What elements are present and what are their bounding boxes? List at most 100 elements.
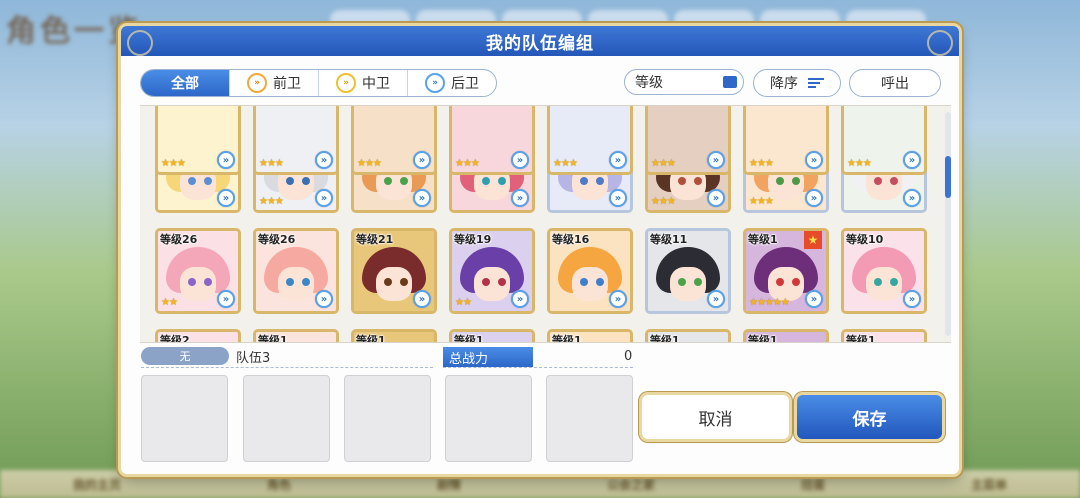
call-out-button[interactable]: 呼出 xyxy=(849,69,941,97)
back-role-icon: » xyxy=(217,151,235,169)
bottom-nav-item: 公会之家 xyxy=(606,477,655,492)
character-card[interactable]: 等级1 xyxy=(351,329,437,342)
team-slot-5[interactable] xyxy=(546,375,633,462)
tab-label: 前卫 xyxy=(273,76,301,92)
star-rating-icon: ★★★ xyxy=(357,158,382,169)
cancel-button[interactable]: 取消 xyxy=(642,395,789,439)
character-level: 等级16 xyxy=(552,233,590,246)
dialog-header: 我的队伍编组 xyxy=(121,26,959,56)
divider xyxy=(443,367,633,368)
character-eye xyxy=(482,177,490,185)
character-eye xyxy=(874,278,882,286)
back-role-icon: » xyxy=(903,151,921,169)
back-role-icon: » xyxy=(805,290,823,308)
back-role-icon: » xyxy=(425,73,445,93)
team-slot-4[interactable] xyxy=(445,375,532,462)
team-slot-3[interactable] xyxy=(344,375,431,462)
character-card[interactable]: ★★★ » xyxy=(449,106,535,175)
character-card[interactable]: 等级26 » xyxy=(253,228,339,314)
character-card[interactable]: 等级21 » xyxy=(351,228,437,314)
tab-middle[interactable]: » 中卫 xyxy=(319,70,408,96)
character-card[interactable]: ★★★ » xyxy=(841,106,927,175)
grid-scrollbar[interactable] xyxy=(945,112,951,336)
character-card[interactable]: 等级26 ★★ » xyxy=(155,228,241,314)
star-rating-icon: ★★★ xyxy=(749,196,774,207)
character-card[interactable]: 等级1 ★★★★★ » ★ xyxy=(743,228,829,314)
character-card[interactable]: 等级10 » xyxy=(841,228,927,314)
star-rating-icon: ★★ xyxy=(161,297,178,308)
character-level: 等级1 xyxy=(454,334,484,343)
character-level: 等级26 xyxy=(160,233,198,246)
sort-by-level-button[interactable]: 等级 xyxy=(624,69,744,95)
back-role-icon: » xyxy=(511,151,529,169)
star-rating-icon: ★★★ xyxy=(847,158,872,169)
character-card[interactable]: 等级11 » xyxy=(645,228,731,314)
character-card[interactable]: ★★★ » xyxy=(253,106,339,175)
back-role-icon: » xyxy=(511,189,529,207)
back-role-icon: » xyxy=(609,290,627,308)
star-rating-icon: ★★★★★ xyxy=(749,297,790,308)
character-eye xyxy=(188,278,196,286)
tab-label: 全部 xyxy=(171,76,199,92)
character-eye xyxy=(890,278,898,286)
divider xyxy=(141,367,433,368)
character-eye xyxy=(286,278,294,286)
character-card[interactable]: 等级2 xyxy=(155,329,241,343)
character-eye xyxy=(776,278,784,286)
sort-order-button[interactable]: 降序 xyxy=(753,69,841,97)
character-card[interactable]: 等级1 xyxy=(547,329,633,342)
back-role-icon: » xyxy=(903,290,921,308)
character-eye xyxy=(678,177,686,185)
character-card[interactable]: 等级1 xyxy=(645,329,731,342)
tab-front[interactable]: » 前卫 xyxy=(230,70,319,96)
role-filter-tabs: 全部 » 前卫 » 中卫 » 后卫 xyxy=(140,69,497,97)
team-slot-1[interactable] xyxy=(141,375,228,462)
character-card[interactable]: 等级1 xyxy=(449,329,535,343)
character-eye xyxy=(302,278,310,286)
save-button[interactable]: 保存 xyxy=(797,395,942,439)
team-tag: 无 xyxy=(141,347,229,365)
character-level: 等级2 xyxy=(160,334,190,343)
character-card[interactable]: 等级1 xyxy=(253,329,339,342)
character-level: 等级1 xyxy=(748,334,778,343)
character-card[interactable]: ★★★ » xyxy=(351,106,437,175)
character-card[interactable]: ★★★ » xyxy=(155,106,241,175)
character-eye xyxy=(596,278,604,286)
character-eye xyxy=(400,177,408,185)
character-eye xyxy=(694,278,702,286)
sort-level-label: 等级 xyxy=(635,75,663,91)
character-eye xyxy=(678,278,686,286)
character-card[interactable]: ★★★ » xyxy=(645,106,731,175)
bottom-nav-item: 角色 xyxy=(266,477,291,492)
scrollbar-thumb[interactable] xyxy=(945,156,951,198)
tab-back[interactable]: » 后卫 xyxy=(408,70,496,96)
team-name: 队伍3 xyxy=(236,351,271,366)
bottom-nav-item: 扭蛋 xyxy=(800,477,825,492)
back-role-icon: » xyxy=(707,151,725,169)
character-card[interactable]: 等级16 » xyxy=(547,228,633,314)
character-eye xyxy=(776,177,784,185)
character-eye xyxy=(384,278,392,286)
character-eye xyxy=(874,177,882,185)
team-slot-2[interactable] xyxy=(243,375,330,462)
back-role-icon: » xyxy=(805,189,823,207)
character-card[interactable]: ★★★ » xyxy=(547,106,633,175)
character-level: 等级26 xyxy=(258,233,296,246)
back-role-icon: » xyxy=(413,290,431,308)
middle-role-icon: » xyxy=(336,73,356,93)
tab-label: 中卫 xyxy=(362,76,390,92)
character-eye xyxy=(580,177,588,185)
character-card[interactable]: 等级19 ★★ » xyxy=(449,228,535,314)
character-card[interactable]: 等级1 xyxy=(743,329,829,343)
character-eye xyxy=(384,177,392,185)
back-role-icon: » xyxy=(707,290,725,308)
character-card[interactable]: ★★★ » xyxy=(743,106,829,175)
back-role-icon: » xyxy=(217,189,235,207)
tab-all[interactable]: 全部 xyxy=(141,70,230,96)
character-eye xyxy=(482,278,490,286)
character-eye xyxy=(204,177,212,185)
character-card[interactable]: 等级1 xyxy=(841,329,927,342)
back-role-icon: » xyxy=(315,189,333,207)
character-grid[interactable]: 等级63»等级63★★★»等级63»等级63»等级63»等级54★★★»等级53… xyxy=(140,105,951,343)
character-eye xyxy=(694,177,702,185)
